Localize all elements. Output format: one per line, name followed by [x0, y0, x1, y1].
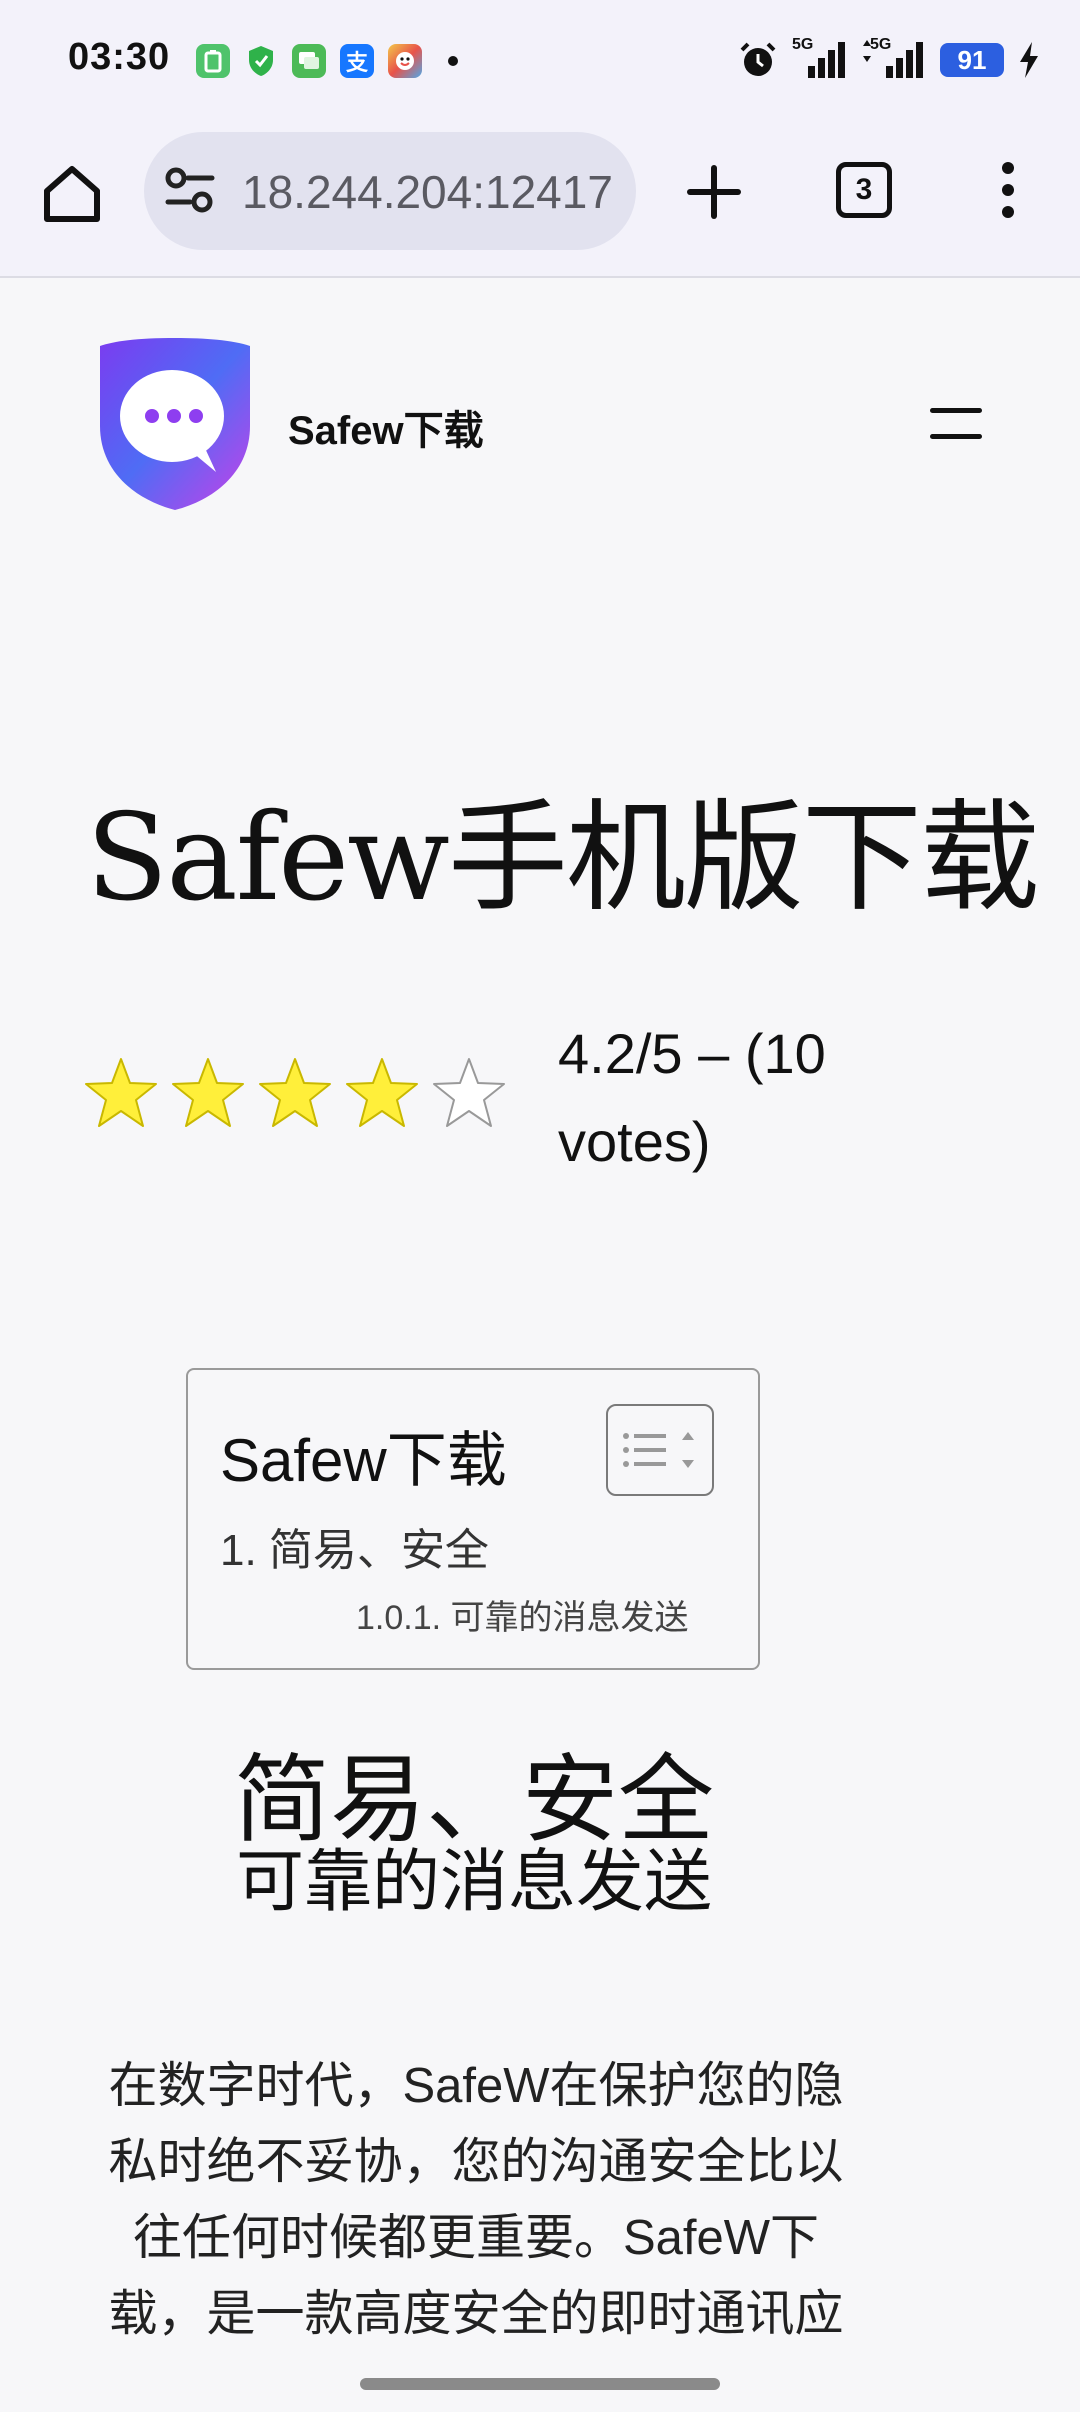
signal-bars-icon	[886, 42, 923, 78]
signal-2: 5G	[862, 36, 926, 80]
system-icons: 5G 5G 91	[738, 36, 1040, 80]
signal-bars-icon	[808, 42, 845, 78]
body-paragraph: 在数字时代，SafeW在保护您的隐私时绝不妥协，您的沟通安全比以往任何时候都更重…	[108, 2059, 844, 2341]
status-time: 03:30	[68, 36, 171, 78]
plus-icon	[687, 165, 741, 219]
browser-menu-button[interactable]	[978, 150, 1038, 230]
site-logo[interactable]	[96, 334, 254, 514]
alarm-icon	[740, 42, 776, 76]
url-text[interactable]: 18.244.204:12417	[242, 165, 622, 219]
messages-app-icon	[292, 44, 326, 78]
charging-icon	[1020, 42, 1038, 78]
security-shield-app-icon	[244, 44, 278, 78]
game-app-icon	[388, 44, 422, 78]
gesture-navigation-bar[interactable]	[360, 2378, 720, 2390]
home-icon	[44, 166, 100, 222]
toc-title: Safew下载	[220, 1427, 507, 1494]
tab-count: 3	[836, 162, 892, 218]
toc-subitem[interactable]: 1.0.1. 可靠的消息发送	[356, 1590, 689, 1639]
notification-icons: 支	[196, 44, 458, 78]
section-subheading: 可靠的消息发送	[235, 1844, 712, 1920]
more-vert-icon	[1002, 162, 1014, 218]
star-rating[interactable]	[84, 1056, 506, 1130]
address-bar[interactable]: 18.244.204:12417	[144, 132, 636, 250]
site-name[interactable]: Safew下载	[288, 398, 484, 456]
site-settings-button[interactable]	[164, 166, 216, 219]
rating-text: 4.2/5 – (10 votes)	[558, 1022, 826, 1173]
tab-switcher-button[interactable]: 3	[824, 150, 904, 230]
status-bar: 03:30 支 5G 5G 91	[0, 0, 1080, 120]
battery-level: 91	[940, 43, 1004, 77]
toc-toggle-button[interactable]	[606, 1404, 714, 1496]
more-notifications-dot	[448, 56, 458, 66]
home-button[interactable]	[30, 152, 114, 236]
toc-item[interactable]: 1. 简易、安全	[220, 1514, 489, 1578]
tune-icon	[165, 167, 215, 213]
signal-1: 5G	[792, 36, 848, 80]
star-filled-icon[interactable]	[84, 1056, 158, 1130]
list-toggle-icon	[623, 1432, 694, 1468]
star-filled-icon[interactable]	[345, 1056, 419, 1130]
new-tab-button[interactable]	[672, 150, 756, 234]
table-of-contents: Safew下载 1. 简易、安全 1.0.1. 可靠的消息发送	[186, 1368, 760, 1670]
battery-saver-app-icon	[196, 44, 230, 78]
alipay-app-icon: 支	[340, 44, 374, 78]
star-filled-icon[interactable]	[171, 1056, 245, 1130]
site-menu-button[interactable]	[930, 404, 986, 444]
menu-line-bottom	[930, 434, 982, 439]
page-title: Safew手机版下载	[86, 789, 1040, 928]
star-filled-icon[interactable]	[258, 1056, 332, 1130]
menu-line-top	[930, 408, 982, 413]
star-empty-icon[interactable]	[432, 1056, 506, 1130]
browser-toolbar: 18.244.204:12417 3	[0, 120, 1080, 278]
